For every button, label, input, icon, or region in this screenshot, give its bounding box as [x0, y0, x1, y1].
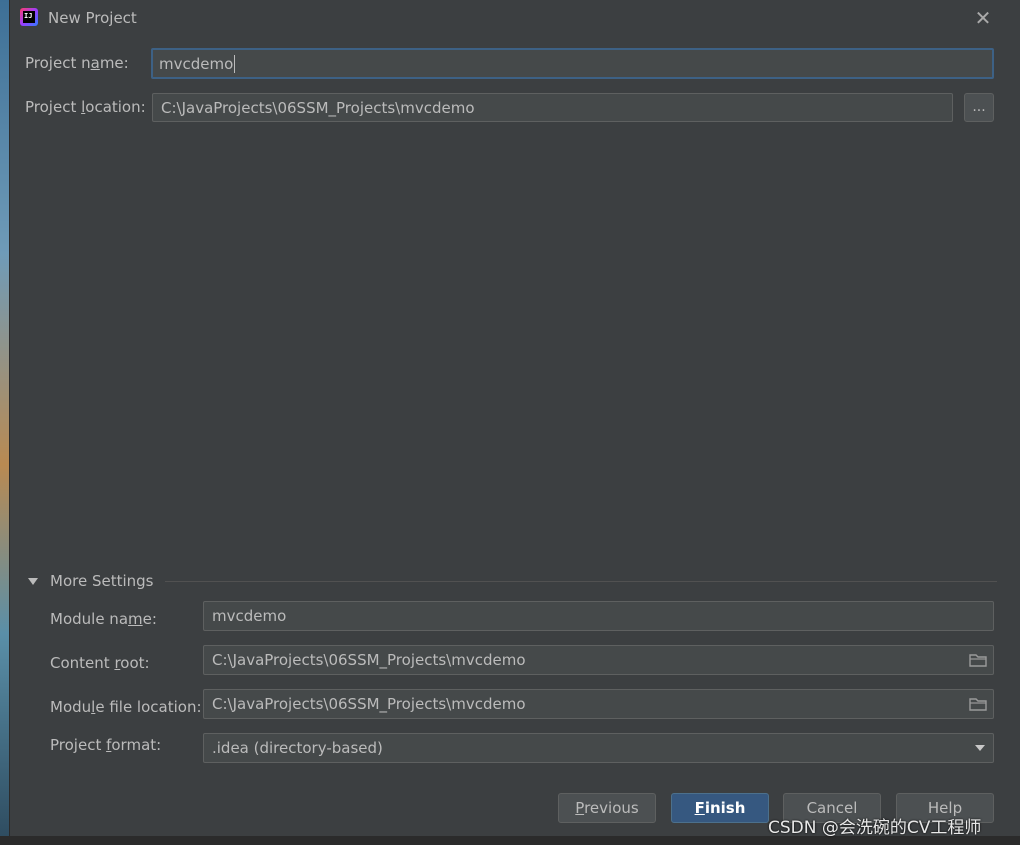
- content-root-input[interactable]: C:\JavaProjects\06SSM_Projects\mvcdemo: [203, 645, 994, 675]
- module-file-location-input[interactable]: C:\JavaProjects\06SSM_Projects\mvcdemo: [203, 689, 994, 719]
- project-name-label: Project name:: [25, 54, 129, 72]
- window-title: New Project: [48, 9, 137, 27]
- module-file-location-label: Module file location:: [50, 698, 202, 716]
- project-name-input[interactable]: mvcdemo: [151, 48, 994, 79]
- previous-button[interactable]: Previous: [558, 793, 656, 823]
- folder-icon[interactable]: [969, 653, 987, 667]
- module-name-input[interactable]: mvcdemo: [203, 601, 994, 631]
- project-location-label: Project location:: [25, 98, 146, 116]
- text-caret: [234, 54, 236, 73]
- project-location-value: C:\JavaProjects\06SSM_Projects\mvcdemo: [161, 98, 475, 117]
- title-bar: IJ New Project ✕: [10, 0, 1011, 36]
- module-file-location-value: C:\JavaProjects\06SSM_Projects\mvcdemo: [212, 695, 526, 713]
- finish-button[interactable]: Finish: [671, 793, 769, 823]
- triangle-down-icon: [28, 577, 38, 585]
- chevron-down-icon: [975, 745, 985, 751]
- project-format-select[interactable]: .idea (directory-based): [203, 733, 994, 763]
- browse-button[interactable]: ...: [964, 93, 994, 122]
- close-icon[interactable]: ✕: [972, 8, 994, 30]
- project-format-value: .idea (directory-based): [212, 739, 383, 757]
- project-format-label: Project format:: [50, 736, 162, 754]
- project-name-value: mvcdemo: [159, 54, 234, 73]
- folder-icon[interactable]: [969, 697, 987, 711]
- module-name-label: Module name:: [50, 610, 157, 628]
- section-divider: [165, 581, 997, 582]
- intellij-idea-icon: IJ: [20, 8, 38, 26]
- more-settings-label: More Settings: [50, 572, 154, 590]
- new-project-dialog: IJ New Project ✕ Project name: mvcdemo P…: [9, 0, 1011, 836]
- content-root-value: C:\JavaProjects\06SSM_Projects\mvcdemo: [212, 651, 526, 669]
- project-location-input[interactable]: C:\JavaProjects\06SSM_Projects\mvcdemo: [152, 93, 953, 122]
- watermark-text: CSDN @会洗碗的CV工程师: [768, 818, 982, 838]
- background-strip: [1010, 0, 1020, 845]
- more-settings-toggle[interactable]: More Settings: [28, 570, 154, 592]
- content-root-label: Content root:: [50, 654, 150, 672]
- module-name-value: mvcdemo: [212, 607, 287, 625]
